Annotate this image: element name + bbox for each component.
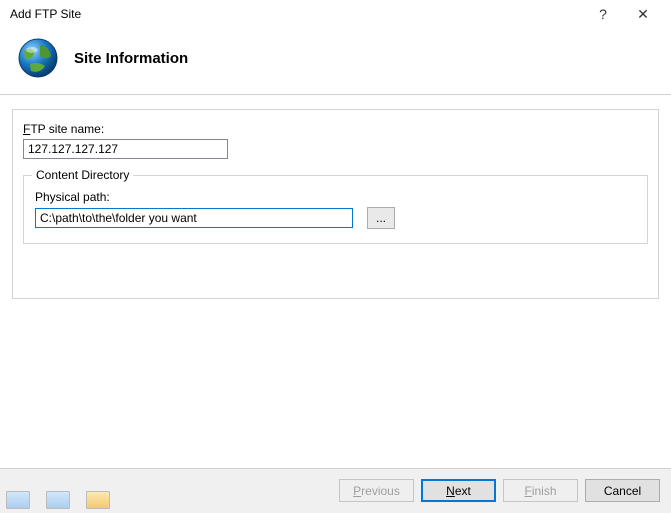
finish-button: Finish [503, 479, 578, 502]
globe-icon [16, 36, 60, 80]
content-area: FTP site name: Content Directory Physica… [0, 95, 671, 299]
site-name-label: FTP site name: [23, 122, 658, 136]
thumb-icon [6, 491, 30, 509]
browse-button[interactable]: ... [367, 207, 395, 229]
content-directory-group: Content Directory Physical path: ... [23, 175, 648, 244]
titlebar: Add FTP Site ? ✕ [0, 0, 671, 28]
thumb-icon [46, 491, 70, 509]
form-panel: FTP site name: Content Directory Physica… [12, 109, 659, 299]
close-button[interactable]: ✕ [623, 0, 663, 28]
physical-path-input[interactable] [35, 208, 353, 228]
site-name-input[interactable] [23, 139, 228, 159]
help-button[interactable]: ? [583, 0, 623, 28]
next-button[interactable]: Next [421, 479, 496, 502]
content-directory-legend: Content Directory [32, 168, 133, 182]
page-title: Site Information [74, 50, 188, 67]
thumb-icon [86, 491, 110, 509]
window-title: Add FTP Site [10, 7, 583, 21]
previous-button: Previous [339, 479, 414, 502]
taskbar-thumbnails [6, 491, 110, 509]
physical-path-label: Physical path: [35, 190, 639, 204]
header: Site Information [0, 28, 671, 94]
cancel-button[interactable]: Cancel [585, 479, 660, 502]
